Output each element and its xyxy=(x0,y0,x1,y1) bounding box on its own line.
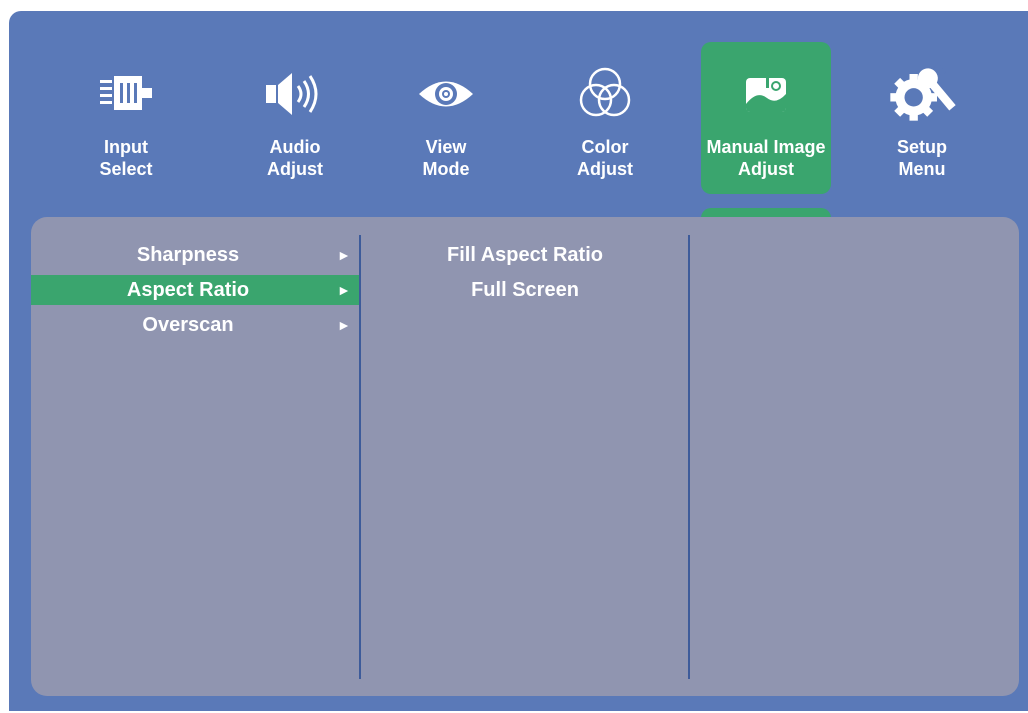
arrow-right-icon: ► xyxy=(337,247,351,263)
menu-item-label: Sharpness xyxy=(136,244,240,266)
menu-item-overscan[interactable]: Overscan ► xyxy=(31,310,359,340)
arrow-right-icon: ► xyxy=(337,317,351,333)
gear-wrench-icon xyxy=(887,62,957,126)
menu-panel: Sharpness ► Aspect Ratio ► Overscan ► Fi… xyxy=(31,217,1019,696)
arrow-right-icon: ► xyxy=(337,282,351,298)
speaker-icon xyxy=(260,62,330,126)
tab-view-mode[interactable]: View Mode xyxy=(381,42,511,194)
tab-label: Color Adjust xyxy=(577,137,633,179)
option-fill-aspect-ratio[interactable]: Fill Aspect Ratio xyxy=(361,240,689,270)
tab-label: Audio Adjust xyxy=(267,137,323,179)
tab-label: Manual Image Adjust xyxy=(706,137,826,179)
menu-item-aspect-ratio[interactable]: Aspect Ratio ► xyxy=(31,275,359,305)
input-select-icon xyxy=(91,62,161,126)
tab-color-adjust[interactable]: Color Adjust xyxy=(540,42,670,194)
eye-icon xyxy=(411,62,481,126)
tab-manual-image-adjust[interactable]: Manual Image Adjust xyxy=(701,42,831,194)
menu-item-label: Overscan xyxy=(142,314,234,336)
option-full-screen[interactable]: Full Screen xyxy=(361,275,689,305)
tab-bar: Input Select Audio Adjust View Mode Colo… xyxy=(9,11,1028,216)
image-adjust-icon xyxy=(731,62,801,126)
menu-item-sharpness[interactable]: Sharpness ► xyxy=(31,240,359,270)
tab-input-select[interactable]: Input Select xyxy=(61,42,191,194)
tab-label: Setup Menu xyxy=(896,137,947,179)
osd-menu: Input Select Audio Adjust View Mode Colo… xyxy=(9,11,1028,711)
column-divider xyxy=(688,235,690,679)
menu-item-label: Aspect Ratio xyxy=(126,279,250,301)
color-circles-icon xyxy=(570,62,640,126)
tab-audio-adjust[interactable]: Audio Adjust xyxy=(230,42,360,194)
tab-label: View Mode xyxy=(422,137,470,179)
tab-label: Input Select xyxy=(99,137,153,179)
tab-setup-menu[interactable]: Setup Menu xyxy=(857,42,987,194)
